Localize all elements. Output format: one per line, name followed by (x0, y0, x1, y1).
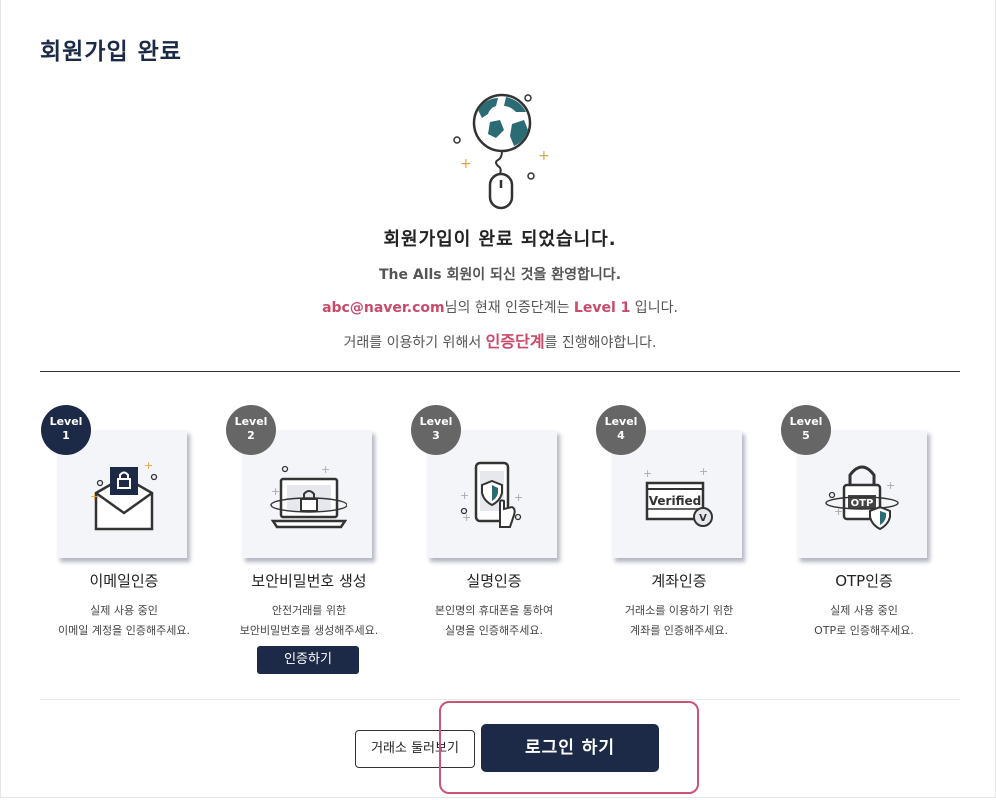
level-badge-4: Level 4 (596, 405, 646, 455)
step-desc-3: 본인명의 휴대폰을 통하여 실명을 인증해주세요. (434, 604, 554, 637)
current-level: Level 1 (573, 300, 631, 316)
step-desc-4: 거래소를 이용하기 위한 계좌를 인증해주세요. (624, 604, 734, 637)
svg-text:Verified: Verified (649, 494, 701, 508)
signup-complete-headline: 회원가입이 완료 되었습니다. (383, 229, 617, 250)
svg-text:+: + (886, 479, 895, 492)
step-desc-1: 실제 사용 중인 이메일 계정을 인증해주세요. (58, 604, 190, 637)
footer-divider (40, 699, 960, 700)
verification-steps-highlight: 인증단계 (485, 332, 545, 351)
level-badge-1: Level 1 (41, 405, 91, 455)
step-title-1: 이메일인증 (89, 572, 159, 590)
svg-text:+: + (144, 459, 153, 472)
login-button[interactable]: 로그인 하기 (481, 724, 659, 772)
otp-padlock-icon: OTP + + (825, 465, 899, 531)
step-title-5: OTP인증 (835, 572, 893, 590)
svg-text:+: + (643, 467, 652, 480)
globe-mouse-icon: + + (453, 93, 550, 210)
level-status-message: abc@naver.com님의 현재 인증단계는 Level 1 입니다. (322, 300, 678, 316)
level-badge-2: Level 2 (226, 405, 276, 455)
svg-text:+: + (514, 491, 523, 504)
section-divider (40, 371, 960, 372)
svg-text:+: + (321, 463, 330, 476)
laptop-lock-icon: + + (270, 463, 347, 529)
verified-card-icon: Verified V + + (643, 465, 713, 527)
svg-text:+: + (271, 485, 280, 498)
browse-exchange-button[interactable]: 거래소 둘러보기 (355, 730, 475, 768)
svg-text:+: + (460, 156, 472, 172)
envelope-lock-icon: + + (90, 459, 158, 531)
step-title-3: 실명인증 (466, 572, 522, 590)
user-email: abc@naver.com (322, 300, 445, 316)
phone-shield-icon: + + + (460, 461, 523, 528)
welcome-message: The Alls 회원이 되신 것을 환영합니다. (378, 267, 622, 283)
level-badge-3: Level 3 (411, 405, 461, 455)
step-title-2: 보안비밀번호 생성 (251, 572, 367, 590)
svg-text:+: + (699, 465, 708, 478)
svg-text:+: + (538, 148, 550, 164)
step-title-4: 계좌인증 (651, 572, 707, 590)
trade-requirement-message: 거래를 이용하기 위해서 인증단계를 진행해야합니다. (343, 332, 657, 351)
verify-button[interactable]: 인증하기 (257, 646, 359, 674)
step-desc-5: 실제 사용 중인 OTP로 인증해주세요. (814, 604, 914, 637)
svg-text:+: + (834, 505, 843, 518)
svg-text:+: + (460, 489, 469, 502)
level-badge-5: Level 5 (781, 405, 831, 455)
svg-text:+: + (90, 490, 99, 503)
svg-text:OTP: OTP (851, 498, 874, 509)
step-desc-2: 안전거래를 위한 보안비밀번호를 생성해주세요. (239, 604, 379, 637)
page-title: 회원가입 완료 (40, 39, 182, 65)
svg-text:V: V (699, 513, 707, 524)
